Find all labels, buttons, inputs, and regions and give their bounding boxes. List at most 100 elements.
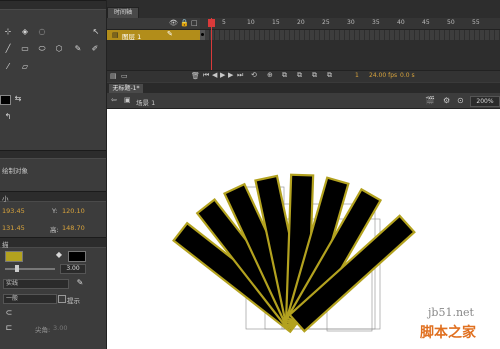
brush-tool-icon[interactable]: ✐ — [89, 44, 101, 54]
edit-multiple-icon[interactable]: ⧉ — [312, 71, 317, 80]
onion-markers-icon[interactable]: ⧉ — [327, 71, 332, 80]
pencil-tool-icon[interactable]: ✎ — [72, 44, 84, 54]
style-dropdown[interactable]: 实线 — [3, 279, 69, 289]
frame-ruler[interactable]: 1510152025303540455055 — [200, 18, 500, 30]
ruler-mark: 20 — [297, 19, 305, 26]
back-arrow-icon[interactable]: ⇦ — [111, 96, 117, 104]
elapsed-time: 0.0 s — [400, 72, 415, 79]
pencil-icon: ✎ — [167, 30, 173, 38]
ruler-mark: 10 — [247, 19, 255, 26]
ruler-mark: 50 — [447, 19, 455, 26]
outline-icon[interactable]: □ — [191, 19, 198, 27]
tab-timeline[interactable]: 时间轴 — [107, 7, 139, 18]
stroke-width-slider[interactable] — [5, 268, 55, 270]
new-folder-icon[interactable]: ▭ — [121, 72, 128, 80]
x-value[interactable]: 193.45 — [2, 207, 25, 215]
layer-row[interactable]: ▤ 图层 1 ✎ — [107, 30, 200, 41]
slider-thumb[interactable] — [15, 265, 19, 272]
loop-icon[interactable]: ⟲ — [251, 71, 257, 79]
ruler-mark: 30 — [347, 19, 355, 26]
line-tool-icon[interactable]: ╱ — [2, 44, 14, 54]
edit-symbols-icon[interactable]: ⚙ — [443, 96, 450, 105]
subselect-tool-icon[interactable]: ⊹ — [2, 27, 14, 37]
height-value[interactable]: 148.70 — [62, 224, 85, 232]
ruler-mark: 15 — [272, 19, 280, 26]
scale-dropdown[interactable]: 一般 — [3, 294, 57, 304]
style-value: 实线 — [6, 280, 19, 287]
layer-header: 👁 🔒 □ — [107, 18, 200, 30]
object-type-label: 绘制对象 — [2, 167, 28, 175]
edit-bar: ⇦ ▣ 场景 1 🎬 ⚙ ⊙ — [107, 93, 500, 109]
eyedropper-tool-icon[interactable]: ⁄ — [2, 62, 14, 72]
width-value[interactable]: 131.45 — [2, 224, 25, 232]
prev-frame-icon[interactable]: ◀ — [212, 71, 217, 79]
oval-tool-icon[interactable]: ⬭ — [36, 44, 48, 54]
y-label: Y: — [52, 207, 58, 215]
cap-icon[interactable]: ⊂ — [3, 308, 15, 318]
edit-stroke-style-icon[interactable]: ✎ — [74, 278, 86, 288]
scene-icon: ▣ — [124, 96, 131, 104]
current-frame[interactable]: 1 — [355, 72, 359, 79]
timeline-controls: ▤ ▭ 🗑 ⏮ ◀ ▶ ▶ ⏭ ⟲ ⊕ ⧉ ⧉ ⧉ ⧉ 1 24.00 fps … — [107, 70, 500, 82]
lasso-tool-icon[interactable]: ◌ — [36, 27, 48, 37]
hint-checkbox[interactable] — [58, 295, 66, 303]
height-label: 高: — [50, 226, 59, 234]
zoom-dropdown[interactable]: 200% — [470, 96, 500, 107]
onion-outline-icon[interactable]: ⧉ — [297, 71, 302, 80]
paint-bucket-icon: ◆ — [55, 250, 63, 259]
new-layer-icon[interactable]: ▤ — [110, 72, 117, 80]
join-value: 3.00 — [53, 324, 68, 332]
play-icon[interactable]: ▶ — [220, 71, 225, 79]
watermark-domain: jb51.net — [428, 306, 474, 319]
ruler-mark: 40 — [397, 19, 405, 26]
scale-value: 一般 — [6, 295, 19, 302]
rectangle-tool-icon[interactable]: ▭ — [19, 44, 31, 54]
ruler-mark: 35 — [372, 19, 380, 26]
properties-header — [0, 150, 106, 159]
edit-scene-icon[interactable]: 🎬 — [425, 96, 435, 105]
fan-shape-group[interactable] — [172, 173, 416, 334]
stroke-color-swatch[interactable] — [5, 251, 23, 262]
last-frame-icon[interactable]: ⏭ — [237, 71, 243, 80]
join-icon[interactable]: ⊏ — [3, 323, 15, 333]
eraser-tool-icon[interactable]: ▱ — [19, 62, 31, 72]
ruler-mark: 55 — [472, 19, 480, 26]
eye-icon[interactable]: 👁 — [169, 19, 178, 27]
frame-cells[interactable] — [200, 30, 500, 40]
fill-color-chip[interactable] — [0, 95, 11, 105]
watermark-brand: 脚本之家 — [420, 325, 476, 341]
keyframe[interactable] — [200, 30, 205, 40]
first-frame-icon[interactable]: ⏮ — [203, 71, 209, 80]
3d-rotate-tool-icon[interactable]: ◈ — [19, 27, 31, 37]
swap-colors-icon[interactable]: ⇆ — [12, 94, 24, 104]
panel-header — [0, 0, 106, 10]
snap-icon[interactable]: ↰ — [2, 112, 14, 122]
stroke-width-field[interactable]: 3.00 — [60, 264, 86, 274]
fill-stroke-section: 描 — [0, 237, 106, 249]
document-tabs — [107, 83, 500, 93]
onion-skin-icon[interactable]: ⧉ — [282, 71, 287, 80]
ruler-mark: 25 — [322, 19, 330, 26]
y-value[interactable]: 120.10 — [62, 207, 85, 215]
delete-layer-icon[interactable]: 🗑 — [191, 72, 200, 80]
playhead-handle[interactable] — [208, 19, 215, 27]
layer-icon: ▤ — [112, 31, 119, 39]
layer-name[interactable]: 图层 1 — [122, 31, 141, 41]
position-size-section: 小 — [0, 191, 106, 203]
center-stage-icon[interactable]: ⊙ — [457, 96, 464, 105]
keyframe-dot — [201, 33, 204, 36]
join-label: 尖角: — [35, 326, 51, 334]
ruler-mark: 45 — [422, 19, 430, 26]
next-frame-icon[interactable]: ▶ — [228, 71, 233, 79]
lock-icon[interactable]: 🔒 — [180, 19, 189, 27]
ruler-mark: 5 — [222, 19, 226, 26]
hint-label: 提示 — [67, 297, 80, 305]
tools-properties-panel: ⊹ ◈ ◌ ↖ ╱ ▭ ⬭ ⬡ ✎ ✐ ⁄ ▱ ⇆ ↰ 绘制对象 小 193.4… — [0, 0, 107, 349]
polystar-tool-icon[interactable]: ⬡ — [53, 44, 65, 54]
scene-label[interactable]: 场景 1 — [136, 97, 155, 107]
document-tab[interactable]: 无标题-1* — [109, 84, 143, 93]
fill-color-swatch[interactable] — [68, 251, 86, 262]
center-frame-icon[interactable]: ⊕ — [267, 71, 273, 79]
selection-tool-icon[interactable]: ↖ — [90, 27, 102, 37]
frame-rate[interactable]: 24.00 fps — [369, 72, 397, 79]
